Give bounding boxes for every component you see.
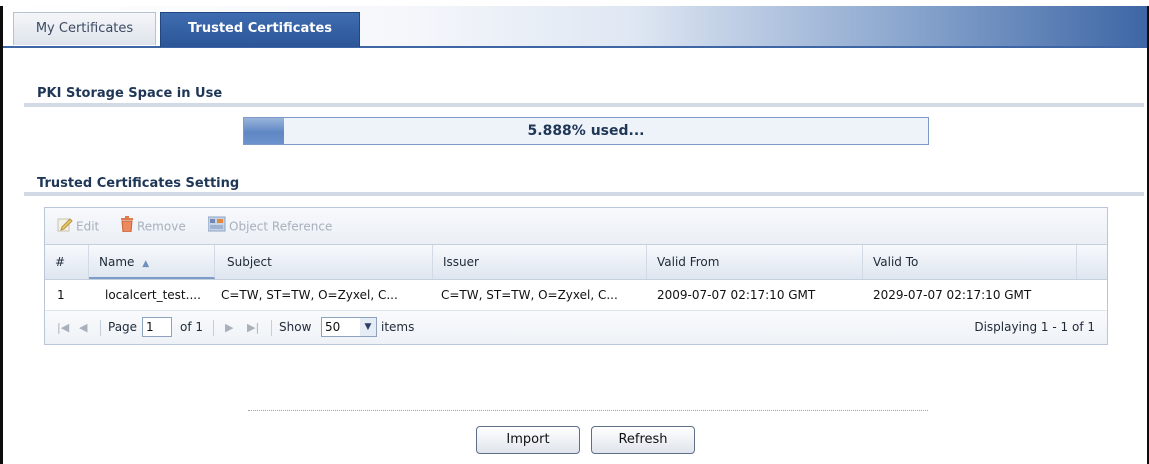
pager-separator [271,320,272,336]
trash-icon [120,216,134,238]
column-header-valid-to[interactable]: Valid To [863,245,1077,279]
grid-toolbar: Edit Remove Object Reference [45,208,1107,245]
page-size-select[interactable]: 50 ▼ [321,317,377,337]
remove-button[interactable]: Remove [120,216,186,236]
tab-my-certificates[interactable]: My Certificates [13,12,156,45]
column-header-issuer[interactable]: Issuer [433,245,647,279]
cell-name: localcert_test.... [105,288,201,302]
cell-index: 1 [57,288,65,302]
cell-subject: C=TW, ST=TW, O=Zyxel, C... [221,288,398,302]
pager-separator [213,320,214,336]
certificates-window: My Certificates Trusted Certificates PKI… [0,0,1149,464]
column-header-name[interactable]: Name ▲ [89,245,215,279]
storage-progress-bar: 5.888% used... [243,117,929,145]
first-page-icon[interactable]: |◀ [57,311,69,344]
pager-separator [100,320,101,336]
column-header-valid-from[interactable]: Valid From [647,245,863,279]
refresh-button[interactable]: Refresh [591,426,695,454]
next-page-icon[interactable]: ▶ [225,311,233,344]
import-button[interactable]: Import [476,426,580,454]
cell-valid-from: 2009-07-07 02:17:10 GMT [657,288,816,302]
object-reference-button[interactable]: Object Reference [207,216,332,238]
chevron-down-icon: ▼ [360,318,376,336]
page-label: Page [108,320,138,334]
footer-divider [248,410,928,411]
column-header-subject[interactable]: Subject [217,245,433,279]
column-header-name-label: Name [99,255,135,269]
grid-header: # Name ▲ Subject Issuer Valid From Valid… [45,245,1107,280]
certificates-grid: Edit Remove Object Reference # Name ▲ Su… [44,207,1108,345]
edit-button[interactable]: Edit [57,216,99,236]
cell-issuer: C=TW, ST=TW, O=Zyxel, C... [441,288,618,302]
storage-progress-text: 5.888% used... [527,123,645,139]
page-size-value: 50 [325,320,341,334]
settings-section-rule [24,192,1144,196]
column-header-index[interactable]: # [45,245,89,279]
storage-section-title: PKI Storage Space in Use [37,86,223,101]
last-page-icon[interactable]: ▶| [247,311,259,344]
show-label: Show [279,320,312,334]
settings-section-title: Trusted Certificates Setting [37,176,240,191]
page-count-label: of 1 [180,320,204,334]
tab-trusted-certificates[interactable]: Trusted Certificates [160,12,360,47]
column-header-menu[interactable] [1077,245,1107,279]
items-label: items [381,320,415,334]
grid-pager: |◀ ◀ Page 1 of 1 ▶ ▶| Show 50 ▼ items Di… [45,311,1107,344]
edit-icon [57,216,73,238]
object-reference-icon [207,216,226,238]
sort-ascending-icon: ▲ [142,259,150,269]
table-row[interactable]: 1 localcert_test.... C=TW, ST=TW, O=Zyxe… [45,280,1107,311]
left-border [0,6,3,464]
displaying-count: Displaying 1 - 1 of 1 [974,320,1095,334]
storage-section-rule [24,103,1144,107]
cell-valid-to: 2029-07-07 02:17:10 GMT [873,288,1032,302]
page-number-input[interactable]: 1 [142,317,172,337]
previous-page-icon[interactable]: ◀ [79,311,87,344]
